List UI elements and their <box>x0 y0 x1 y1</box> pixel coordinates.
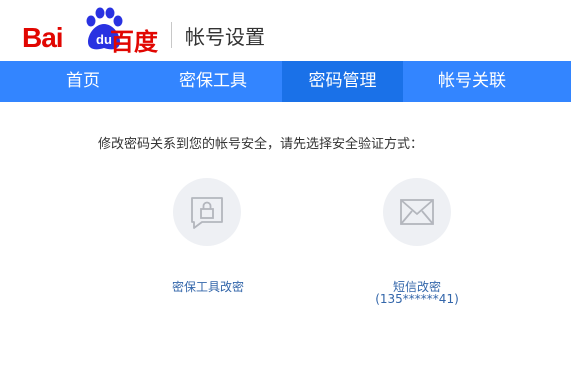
lock-message-icon <box>191 197 223 229</box>
header: Bai du 百度 帐号设置 <box>0 0 571 61</box>
nav-item-account-linking[interactable]: 帐号关联 <box>410 61 534 102</box>
page-title: 帐号设置 <box>185 25 265 49</box>
header-divider <box>171 22 172 48</box>
option-circle <box>173 178 241 246</box>
option-circle <box>383 178 451 246</box>
envelope-icon <box>400 199 434 225</box>
nav-item-password-management[interactable]: 密码管理 <box>282 61 403 102</box>
verification-prompt: 修改密码关系到您的帐号安全，请先选择安全验证方式： <box>98 137 424 152</box>
nav-item-security-tools[interactable]: 密保工具 <box>152 61 274 102</box>
baidu-logo[interactable]: Bai du 百度 <box>22 4 162 56</box>
option-label-security-tools[interactable]: 密保工具改密 <box>158 278 258 295</box>
main-content: 修改密码关系到您的帐号安全，请先选择安全验证方式： 密保工具改密 短信改密 (1… <box>0 102 571 368</box>
nav-bar: 首页 密保工具 密码管理 帐号关联 <box>0 61 571 102</box>
nav-item-home[interactable]: 首页 <box>22 61 144 102</box>
option-sms[interactable]: 短信改密 (135******41) <box>367 178 467 308</box>
logo-text-cn: 百度 <box>110 28 158 56</box>
masked-phone-number: (135******41) <box>375 292 459 306</box>
option-security-tools[interactable]: 密保工具改密 <box>158 178 258 298</box>
logo-text-bai: Bai <box>22 22 64 53</box>
